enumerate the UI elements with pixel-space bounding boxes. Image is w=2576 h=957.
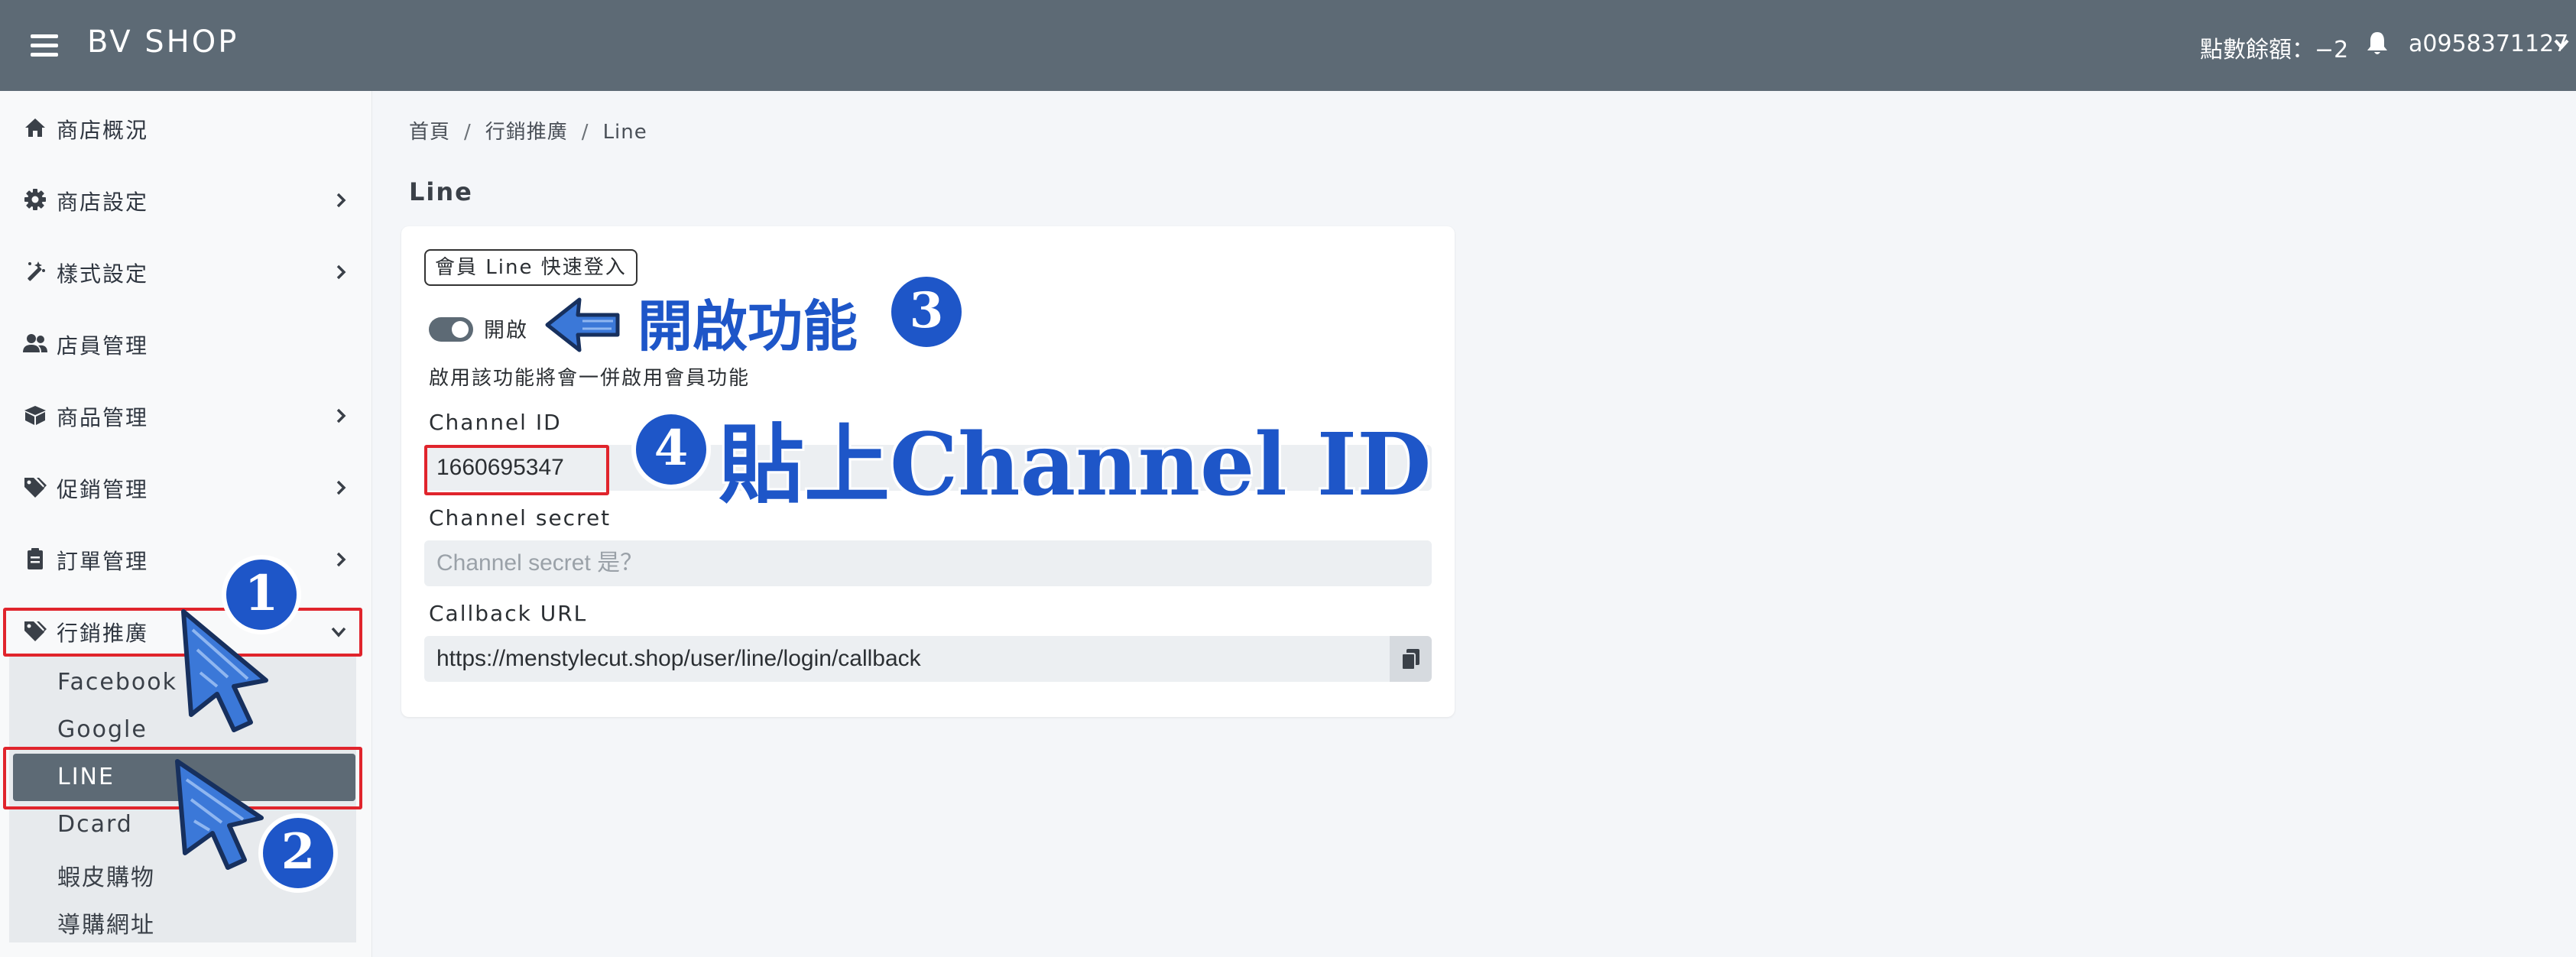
clipboard-icon xyxy=(28,548,43,569)
sidebar-item-promotion-management[interactable]: 促銷管理 xyxy=(9,458,362,516)
gear-icon xyxy=(24,189,46,210)
chevron-right-icon xyxy=(336,552,346,567)
channel-secret-input[interactable] xyxy=(424,540,1432,586)
submenu-item-label: Facebook xyxy=(57,669,177,696)
toggle-knob xyxy=(452,321,469,338)
enable-toggle[interactable] xyxy=(429,317,473,342)
step-badge-3: 3 xyxy=(887,272,966,352)
breadcrumb-home[interactable]: 首頁 xyxy=(409,121,450,144)
sidebar-item-store-settings[interactable]: 商店設定 xyxy=(9,170,362,229)
annotation-paste-channel-id: 貼上Channel ID xyxy=(719,415,1432,515)
copy-button[interactable] xyxy=(1390,636,1432,682)
username[interactable]: a0958371127 xyxy=(2409,31,2568,57)
card-section-tag: 會員 Line 快速登入 xyxy=(424,249,638,286)
annotation-enable-feature: 開啟功能 xyxy=(638,294,858,358)
sidebar-item-label: 促銷管理 xyxy=(57,477,149,502)
home-icon xyxy=(25,118,45,137)
bell-icon[interactable] xyxy=(2365,31,2389,57)
callback-url-label: Callback URL xyxy=(429,601,588,626)
top-bar: BV SHOP 點數餘額：−2 a0958371127 xyxy=(0,0,2576,91)
chevron-right-icon xyxy=(336,264,346,280)
submenu-item-label: Dcard xyxy=(57,811,133,838)
tags-icon xyxy=(24,478,47,498)
sidebar-item-store-overview[interactable]: 商店概況 xyxy=(9,99,362,157)
chevron-down-icon[interactable] xyxy=(2553,38,2570,50)
chevron-right-icon xyxy=(336,193,346,208)
chevron-right-icon xyxy=(336,480,346,495)
submenu-item-label: 蝦皮購物 xyxy=(57,865,155,891)
submenu-item-label: 導購網址 xyxy=(57,912,155,939)
sidebar-item-label: 商店設定 xyxy=(57,190,149,215)
sidebar-item-product-management[interactable]: 商品管理 xyxy=(9,386,362,444)
points-balance: 點數餘額：−2 xyxy=(2200,37,2349,63)
brand-name[interactable]: BV SHOP xyxy=(87,24,238,60)
chevron-right-icon xyxy=(336,408,346,423)
channel-secret-label: Channel secret xyxy=(429,505,612,530)
breadcrumb-current: Line xyxy=(602,121,647,144)
step-badge-4: 4 xyxy=(631,410,711,489)
submenu-item-affiliate-url[interactable]: 導購網址 xyxy=(9,896,356,943)
breadcrumb: 首頁 / 行銷推廣 / Line xyxy=(409,121,647,144)
sidebar-item-label: 商品管理 xyxy=(57,405,149,430)
step-badge-1: 1 xyxy=(222,555,301,634)
step-badge-2: 2 xyxy=(258,813,338,893)
breadcrumb-marketing[interactable]: 行銷推廣 xyxy=(485,121,568,144)
sidebar-item-label: 訂單管理 xyxy=(57,549,149,574)
arrow-left-icon xyxy=(545,297,620,352)
channel-id-label: Channel ID xyxy=(429,410,562,435)
submenu-item-label: Google xyxy=(57,716,148,743)
highlight-box-channel-id xyxy=(424,445,609,495)
users-icon xyxy=(23,334,47,352)
callback-url-input[interactable] xyxy=(424,636,1390,682)
box-icon xyxy=(24,406,46,425)
sidebar-item-label: 樣式設定 xyxy=(57,261,149,287)
sidebar-item-order-management[interactable]: 訂單管理 xyxy=(9,530,362,588)
hamburger-menu-icon[interactable] xyxy=(31,34,58,57)
page-title: Line xyxy=(409,177,473,206)
magic-wand-icon xyxy=(28,261,45,281)
sidebar-item-style-settings[interactable]: 樣式設定 xyxy=(9,242,362,300)
enable-hint-text: 啟用該功能將會一併啟用會員功能 xyxy=(429,367,751,390)
copy-icon xyxy=(1401,649,1419,670)
sidebar-item-label: 店員管理 xyxy=(57,333,149,358)
toggle-label: 開啟 xyxy=(484,319,528,342)
sidebar-item-staff-management[interactable]: 店員管理 xyxy=(9,314,362,372)
sidebar-item-label: 商店概況 xyxy=(57,118,149,143)
